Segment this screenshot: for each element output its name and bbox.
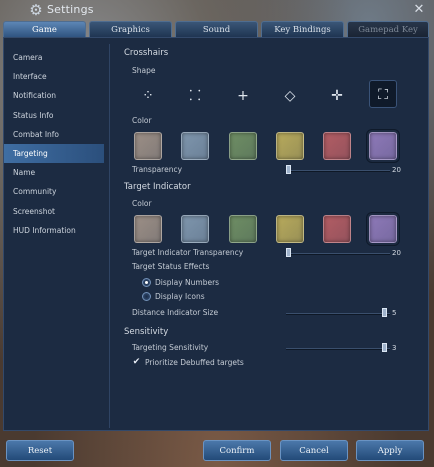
- sidebar-item-notification[interactable]: Notification: [4, 86, 104, 105]
- target-indicator-transparency-value: 20: [392, 249, 401, 257]
- prioritize-debuffed-label: Prioritize Debuffed targets: [145, 358, 244, 367]
- crosshair-brackets-icon[interactable]: ⸬: [181, 82, 209, 110]
- crosshair-dotted-icon[interactable]: ⁘: [134, 82, 162, 110]
- sidebar-item-screenshot[interactable]: Screenshot: [4, 202, 104, 221]
- targeting-sensitivity-value: 3: [392, 344, 397, 352]
- display-icons-label: Display Icons: [155, 292, 205, 301]
- tab-bar: Game Graphics Sound Key Bindings Gamepad…: [3, 21, 429, 37]
- sidebar-item-interface[interactable]: Interface: [4, 67, 104, 86]
- display-numbers-label: Display Numbers: [155, 278, 220, 287]
- gear-icon: ⚙: [29, 1, 43, 19]
- reset-button[interactable]: Reset: [6, 440, 74, 461]
- prioritize-debuffed-checkbox[interactable]: ✔: [132, 358, 141, 367]
- crosshair-transparency-knob[interactable]: [286, 165, 291, 174]
- tab-graphics[interactable]: Graphics: [89, 21, 172, 37]
- targeting-sensitivity-label: Targeting Sensitivity: [132, 343, 209, 352]
- shape-label: Shape: [132, 66, 156, 75]
- targeting-sensitivity-knob[interactable]: [382, 343, 387, 352]
- apply-button[interactable]: Apply: [356, 440, 424, 461]
- confirm-button[interactable]: Confirm: [203, 440, 271, 461]
- target-indicator-color-label: Color: [132, 199, 152, 208]
- display-icons-radio[interactable]: [142, 292, 151, 301]
- crosshair-diamond-icon[interactable]: ◇: [276, 82, 304, 110]
- crosshair-color-swatch[interactable]: [134, 132, 162, 160]
- target-indicator-color-swatch[interactable]: [323, 215, 351, 243]
- sidebar-item-combat-info[interactable]: Combat Info: [4, 125, 104, 144]
- target-indicator-transparency-slider[interactable]: [286, 253, 390, 255]
- distance-indicator-size-value: 5: [392, 309, 397, 317]
- crosshair-split-icon[interactable]: ✛: [323, 82, 351, 110]
- target-indicator-transparency-label: Target Indicator Transparency: [132, 248, 244, 257]
- tab-sound[interactable]: Sound: [175, 21, 258, 37]
- target-indicator-color-swatch[interactable]: [134, 215, 162, 243]
- settings-window: ⚙ Settings ✕ Game Graphics Sound Key Bin…: [0, 0, 434, 467]
- sensitivity-heading: Sensitivity: [124, 327, 169, 337]
- crosshair-transparency-slider[interactable]: [286, 170, 390, 172]
- distance-indicator-size-slider[interactable]: [286, 313, 390, 315]
- crosshair-color-swatch[interactable]: [323, 132, 351, 160]
- targeting-content: Crosshairs Shape ⁘ ⸬ + ◇ ✛ ⛶ Color Trans…: [112, 44, 424, 428]
- target-indicator-color-swatch[interactable]: [367, 213, 399, 245]
- tab-gamepad-key: Gamepad Key: [347, 21, 429, 37]
- sidebar-item-name[interactable]: Name: [4, 163, 104, 182]
- crosshair-color-swatch[interactable]: [276, 132, 304, 160]
- sidebar-item-hud-information[interactable]: HUD Information: [4, 221, 104, 240]
- crosshair-color-swatch[interactable]: [181, 132, 209, 160]
- sidebar-item-status-info[interactable]: Status Info: [4, 106, 104, 125]
- close-icon[interactable]: ✕: [412, 3, 426, 17]
- distance-indicator-size-label: Distance Indicator Size: [132, 308, 219, 317]
- crosshair-corners-icon[interactable]: ⛶: [369, 80, 397, 108]
- target-indicator-transparency-knob[interactable]: [286, 248, 291, 257]
- sidebar: Camera Interface Notification Status Inf…: [4, 48, 104, 426]
- display-numbers-radio[interactable]: [142, 278, 151, 287]
- target-indicator-color-swatch[interactable]: [229, 215, 257, 243]
- distance-indicator-size-knob[interactable]: [382, 308, 387, 317]
- crosshair-transparency-value: 20: [392, 166, 401, 174]
- title-bar[interactable]: ⚙ Settings ✕: [0, 0, 434, 20]
- sidebar-divider: [109, 44, 110, 428]
- crosshair-color-swatch[interactable]: [367, 130, 399, 162]
- target-indicator-color-swatch[interactable]: [181, 215, 209, 243]
- crosshair-transparency-label: Transparency: [132, 165, 183, 174]
- crosshair-plus-icon[interactable]: +: [229, 82, 257, 110]
- tab-game[interactable]: Game: [3, 21, 86, 37]
- target-indicator-heading: Target Indicator: [124, 182, 191, 192]
- target-status-effects-label: Target Status Effects: [132, 262, 210, 271]
- crosshair-color-label: Color: [132, 116, 152, 125]
- crosshair-color-swatch[interactable]: [229, 132, 257, 160]
- targeting-sensitivity-slider[interactable]: [286, 348, 390, 350]
- sidebar-item-community[interactable]: Community: [4, 182, 104, 201]
- crosshairs-heading: Crosshairs: [124, 48, 169, 58]
- window-title: Settings: [47, 3, 94, 16]
- sidebar-item-camera[interactable]: Camera: [4, 48, 104, 67]
- cancel-button[interactable]: Cancel: [280, 440, 348, 461]
- target-indicator-color-swatch[interactable]: [276, 215, 304, 243]
- tab-key-bindings[interactable]: Key Bindings: [261, 21, 344, 37]
- sidebar-item-targeting[interactable]: Targeting: [4, 143, 104, 164]
